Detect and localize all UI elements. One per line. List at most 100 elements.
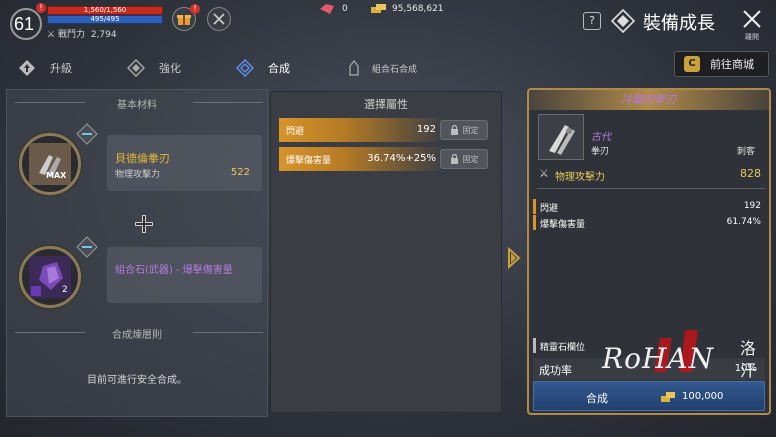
- attribute-marker: [533, 199, 536, 214]
- diamond-slot-marker-icon: [76, 236, 98, 258]
- material1-stat-label: 物理攻擊力: [115, 170, 161, 180]
- tab-synthesis[interactable]: 合成: [236, 56, 290, 80]
- close-icon[interactable]: [741, 8, 763, 30]
- attribute-value: 36.74%+25%: [367, 153, 436, 164]
- result-item-grade: 古代: [591, 132, 611, 143]
- tab-enhance-label: 強化: [159, 62, 181, 75]
- upgrade-icon: [19, 60, 35, 76]
- synthesize-cost: 100,000: [682, 391, 724, 402]
- gem-currency: 0: [318, 3, 348, 15]
- lock-label: 固定: [462, 125, 479, 135]
- lock-label: 固定: [462, 154, 479, 164]
- fist-blade-icon: [549, 125, 575, 155]
- result-item-type: 拳刃: [591, 147, 610, 157]
- material2-count: 2: [62, 285, 68, 295]
- tab-enhance[interactable]: 強化: [127, 56, 181, 80]
- rohan-logo: RoHAN 洛 汗: [601, 330, 756, 380]
- svg-text:洛: 洛: [740, 339, 756, 358]
- synthesis-icon: [236, 59, 254, 77]
- gem-amount: 0: [342, 4, 348, 14]
- safe-synthesis-text: 目前可進行安全合成。: [87, 375, 187, 386]
- base-materials-title: 基本材料: [117, 100, 157, 111]
- main-stat-value: 828: [740, 167, 761, 180]
- material-card-weapon[interactable]: 貝德倫拳刃 物理攻擊力 522: [107, 135, 262, 191]
- material1-name: 貝德倫拳刃: [115, 152, 170, 165]
- gem-icon: [320, 4, 334, 14]
- sword-icon: ⚔: [539, 167, 549, 180]
- slot-marker: [533, 338, 536, 353]
- material1-slot[interactable]: MAX: [19, 133, 81, 195]
- material2-name: 組合石(武器) - 爆擊傷害量: [115, 265, 233, 276]
- attribute-value: 192: [416, 124, 436, 135]
- crossed-swords-icon: [213, 13, 225, 25]
- main-stat-name: 物理攻擊力: [555, 172, 605, 183]
- main-stat-row: ⚔ 物理攻擊力 828: [537, 166, 765, 183]
- gold-currency: 95,568,621: [370, 3, 444, 15]
- result-attribute-value: 61.74%: [726, 217, 761, 227]
- attribute-row[interactable]: 爆擊傷害量 36.74%+25% 固定: [279, 147, 494, 171]
- max-badge: MAX: [46, 171, 67, 180]
- mp-text: 495/495: [90, 15, 120, 23]
- hp-text: 1,560/1,560: [83, 6, 127, 14]
- lock-attribute-button[interactable]: 固定: [440, 149, 488, 169]
- go-to-shop-label: 前往商城: [710, 58, 754, 71]
- combat-power: ⚔ 戰鬥力 2,794: [47, 27, 117, 40]
- pvp-button[interactable]: [207, 7, 231, 31]
- result-item-name: 冷酷的拳刃: [529, 90, 769, 110]
- help-button[interactable]: ?: [583, 12, 601, 30]
- top-bar: 61 ! 1,560/1,560 495/495 ⚔ 戰鬥力 2,794 ! 0: [0, 0, 776, 46]
- combat-power-value: 2,794: [90, 30, 117, 40]
- result-attribute-row: 閃避 192: [533, 199, 765, 214]
- tab-stone-synthesis[interactable]: 組合石合成: [345, 56, 417, 80]
- select-attribute-title: 選擇屬性: [364, 98, 408, 111]
- shop-coin-icon: C: [684, 56, 700, 72]
- level-alert-badge: !: [36, 3, 46, 13]
- tab-upgrade-label: 升級: [50, 62, 72, 75]
- result-item-class: 刺客: [736, 147, 755, 157]
- attribute-row[interactable]: 閃避 192 固定: [279, 118, 494, 142]
- tab-stone-synthesis-label: 組合石合成: [372, 64, 418, 75]
- gold-icon: [661, 392, 675, 402]
- stone-icon: [349, 59, 359, 76]
- lock-icon: [450, 154, 458, 164]
- synthesis-rules-title: 合成煉層則: [112, 330, 162, 341]
- enhance-icon: [127, 59, 145, 77]
- page-title: 裝備成長: [643, 13, 715, 34]
- diamond-slot-marker-icon: [76, 123, 98, 145]
- material1-stat-value: 522: [230, 167, 250, 178]
- success-rate-label: 成功率: [539, 364, 572, 377]
- result-attribute-name: 爆擊傷害量: [540, 220, 586, 230]
- plus-separator-icon: [135, 215, 153, 233]
- equipment-diamond-icon: [611, 9, 635, 33]
- result-attribute-value: 192: [743, 201, 761, 211]
- attribute-marker: [533, 215, 536, 230]
- gold-icon: [371, 4, 386, 13]
- gold-amount: 95,568,621: [392, 4, 444, 14]
- close-label: 離開: [745, 33, 759, 41]
- tab-upgrade[interactable]: 升級: [18, 56, 72, 80]
- lock-icon: [450, 125, 458, 135]
- result-attribute-name: 閃避: [540, 204, 559, 214]
- gift-icon: [177, 15, 191, 25]
- result-attribute-row: 爆擊傷害量 61.74%: [533, 215, 765, 230]
- sword-icon: ⚔: [47, 30, 56, 40]
- select-attribute-panel: 選擇屬性 閃避 192 固定 爆擊傷害量 36.74%+25% 固定: [270, 91, 502, 413]
- mp-bar: 495/495: [47, 15, 163, 24]
- divider: [537, 188, 765, 189]
- attribute-name: 閃避: [286, 127, 305, 137]
- gift-alert-badge: !: [190, 4, 200, 14]
- lock-attribute-button[interactable]: 固定: [440, 120, 488, 140]
- hp-bar: 1,560/1,560: [47, 6, 163, 15]
- chevron-right-icon: [508, 247, 521, 269]
- svg-text:RoHAN: RoHAN: [601, 342, 715, 375]
- player-level: 61: [14, 14, 35, 34]
- material-card-stone[interactable]: 組合石(武器) - 爆擊傷害量: [107, 247, 262, 303]
- go-to-shop-button[interactable]: C 前往商城: [674, 51, 769, 77]
- synthesize-label: 合成: [586, 392, 608, 405]
- combat-power-label: 戰鬥力: [57, 30, 85, 40]
- material2-slot[interactable]: 2: [19, 246, 81, 308]
- svg-text:汗: 汗: [740, 361, 756, 380]
- tab-synthesis-label: 合成: [268, 62, 290, 75]
- result-item-icon: [538, 114, 584, 160]
- spirit-stone-slot-label: 精靈石欄位: [540, 343, 586, 353]
